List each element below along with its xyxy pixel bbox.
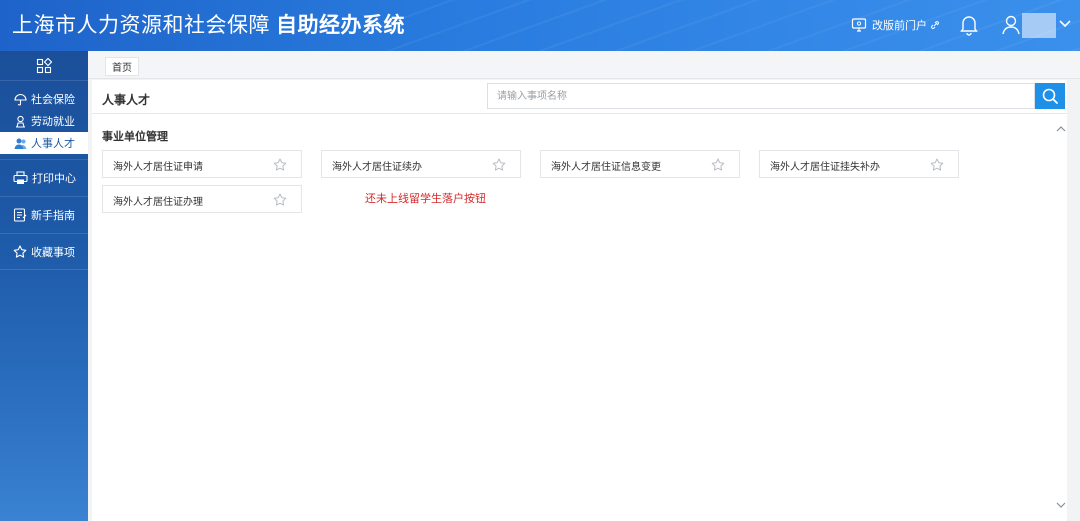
service-card[interactable]: 海外人才居住证申请 [102,150,302,178]
guide-icon [13,208,27,222]
link-icon [931,21,939,29]
sidebar-item-label: 劳动就业 [31,115,75,128]
sidebar-item-label: 人事人才 [31,137,75,150]
group-title: 事业单位管理 [102,130,168,143]
favorite-star-icon[interactable] [711,158,725,172]
sidebar-item-employment[interactable]: 劳动就业 [0,110,88,132]
sidebar-item-hr-talent[interactable]: 人事人才 [0,132,88,154]
chevron-down-icon[interactable] [1055,500,1067,510]
old-portal-label: 改版前门户 [872,19,927,32]
sidebar-item-label: 收藏事项 [31,245,75,259]
worker-icon [16,115,25,128]
service-card-label: 海外人才居住证办理 [113,197,203,208]
printer-icon [13,171,28,184]
sidebar-item-label: 社会保险 [31,93,75,106]
search-icon [1042,88,1058,104]
section-title: 人事人才 [102,93,151,107]
sidebar-item-guide[interactable]: 新手指南 [0,196,88,233]
favorite-star-icon[interactable] [930,158,944,172]
favorite-star-icon[interactable] [273,158,287,172]
sidebar-item-favorites[interactable]: 收藏事项 [0,233,88,270]
sidebar-item-label: 打印中心 [32,172,76,185]
star-icon [13,244,27,258]
users-icon [14,138,27,149]
breadcrumb: 首页 [88,51,1080,79]
umbrella-icon [14,93,27,106]
main-scrollbar[interactable] [1055,124,1067,514]
sidebar-apps-toggle[interactable] [0,51,88,81]
monitor-icon [851,18,867,32]
search-button[interactable] [1035,83,1065,109]
service-card[interactable]: 海外人才居住证办理 [102,185,302,213]
service-card[interactable]: 海外人才居住证信息变更 [540,150,740,178]
app-title: 上海市人力资源和社会保障 自助经办系统 [12,10,405,40]
sidebar-item-label: 新手指南 [31,209,75,222]
favorite-star-icon[interactable] [273,193,287,207]
service-card[interactable]: 海外人才居住证续办 [321,150,521,178]
breadcrumb-home[interactable]: 首页 [105,57,139,76]
sidebar: 社会保险 劳动就业 人事人才 打印中心 新手指南 收藏事项 [0,51,88,521]
service-card[interactable]: 海外人才居住证挂失补办 [759,150,959,178]
service-card-label: 海外人才居住证信息变更 [551,162,661,173]
user-avatar-icon[interactable] [1001,14,1021,36]
search-input[interactable] [487,83,1035,109]
chevron-down-icon[interactable] [1058,18,1072,30]
section-divider [92,113,1067,114]
chevron-up-icon[interactable] [1055,124,1067,134]
bell-icon[interactable] [959,14,979,36]
sidebar-item-print-center[interactable]: 打印中心 [0,159,88,196]
sidebar-item-social-insurance[interactable]: 社会保险 [0,88,88,110]
app-title-main: 上海市人力资源和社会保障 [12,13,270,37]
red-annotation-note: 还未上线留学生落户按钮 [365,192,486,205]
user-name-masked[interactable] [1022,13,1056,38]
app-title-strong: 自助经办系统 [276,13,405,37]
top-header: 上海市人力资源和社会保障 自助经办系统 改版前门户 [0,0,1080,51]
old-portal-link[interactable]: 改版前门户 [851,15,945,35]
favorite-star-icon[interactable] [492,158,506,172]
service-card-label: 海外人才居住证挂失补办 [770,162,880,173]
apps-grid-icon [36,57,52,73]
service-card-label: 海外人才居住证续办 [332,162,422,173]
service-card-label: 海外人才居住证申请 [113,162,203,173]
main-panel: 人事人才 事业单位管理 海外人才居住证申请 海外人才居住证续办 海外人才居住证信… [92,80,1067,521]
